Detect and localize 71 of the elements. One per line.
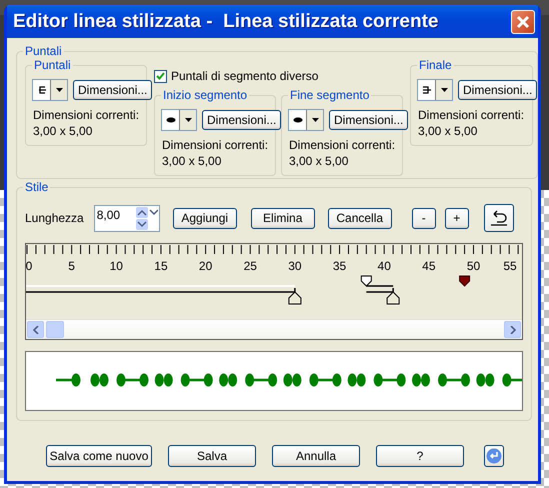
group-legend: Finale [417,58,454,72]
current-size-value: 3,00 x 5,00 [33,123,94,139]
dimensions-button[interactable]: Dimensioni... [202,110,282,130]
dimensions-button[interactable]: Dimensioni... [73,80,152,100]
current-size-label: Dimensioni correnti: [162,137,270,153]
save-as-new-button[interactable]: Salva come nuovo [46,445,152,467]
close-icon [516,14,530,28]
undo-button[interactable] [484,204,514,232]
cancel-button[interactable]: Annulla [272,445,360,467]
ruler-label: 45 [422,259,436,273]
current-size-value: 3,00 x 5,00 [162,153,222,169]
scroll-left-icon[interactable] [32,326,38,334]
group-legend: Stile [23,180,50,194]
undo-icon [490,210,508,226]
ruler-label: 15 [154,259,168,273]
checkbox[interactable] [154,70,167,82]
zoom-out-button[interactable]: - [412,208,436,228]
group-legend: Inizio segmento [161,88,250,102]
help-button[interactable]: ? [376,445,464,467]
dropdown-arrow-icon [184,118,192,122]
scroll-thumb[interactable] [46,321,64,338]
scroll-right-icon[interactable] [510,326,516,334]
length-marker[interactable] [459,276,470,287]
dot-tip-icon [166,116,176,124]
length-field[interactable]: 8,00 [94,204,160,232]
ruler-label: 40 [378,259,391,273]
close-button[interactable] [511,10,535,34]
dropdown-arrow-icon [440,88,448,92]
ruler-label: 20 [198,259,212,273]
current-size-label: Dimensioni correnti: [289,137,396,153]
dimensions-button[interactable]: Dimensioni... [458,80,538,100]
zoom-in-button[interactable]: + [444,208,469,228]
dropdown-arrow-icon [312,118,318,122]
scrollbar[interactable] [26,319,522,339]
action-button[interactable]: Cancella [328,208,392,228]
dropdown-arrow-icon [56,88,62,92]
action-button[interactable]: Elimina [250,208,315,228]
ruler-label: 5 [68,259,75,273]
spin-down-icon[interactable] [136,218,148,230]
window-title: Editor linea stilizzata - Linea stilizzata corrente [13,10,438,32]
segment-bar[interactable] [360,276,400,304]
ruler-label: 0 [26,259,32,273]
tip-dropdown[interactable] [417,79,453,101]
group-legend: Puntali [32,58,73,72]
tip-dropdown[interactable] [288,109,324,131]
ruler-label: 25 [244,259,257,273]
length-label: Lunghezza [25,211,84,225]
checkbox-label: Puntali di segmento diverso [171,69,318,83]
back-button[interactable] [484,445,504,467]
ruler-label: 30 [288,259,302,273]
current-size-value: 3,00 x 5,00 [418,123,478,139]
save-button[interactable]: Salva [168,445,256,467]
tip-dropdown[interactable] [32,79,68,101]
ruler-label: 10 [110,259,123,273]
dot-tip-icon [292,116,302,124]
ruler-label: 50 [466,259,480,273]
fork-tip-icon [36,86,46,94]
tip-dropdown[interactable] [161,109,197,131]
current-size-label: Dimensioni correnti: [418,107,526,123]
spin-up-icon[interactable] [136,206,158,218]
segment-bar[interactable] [26,285,302,304]
current-size-label: Dimensioni correnti: [33,107,140,123]
arrow-tip-icon [422,86,432,94]
dimensions-button[interactable]: Dimensioni... [329,110,408,130]
group-legend: Puntali [23,44,64,58]
action-button[interactable]: Aggiungi [172,208,237,228]
ruler-label: 55 [503,259,517,273]
group-legend: Fine segmento [288,88,372,102]
ruler-label: 35 [332,259,346,273]
ruler[interactable]: 0 5 10 15 20 25 30 35 40 45 50 55 [25,243,523,340]
current-size-value: 3,00 x 5,00 [289,153,350,169]
